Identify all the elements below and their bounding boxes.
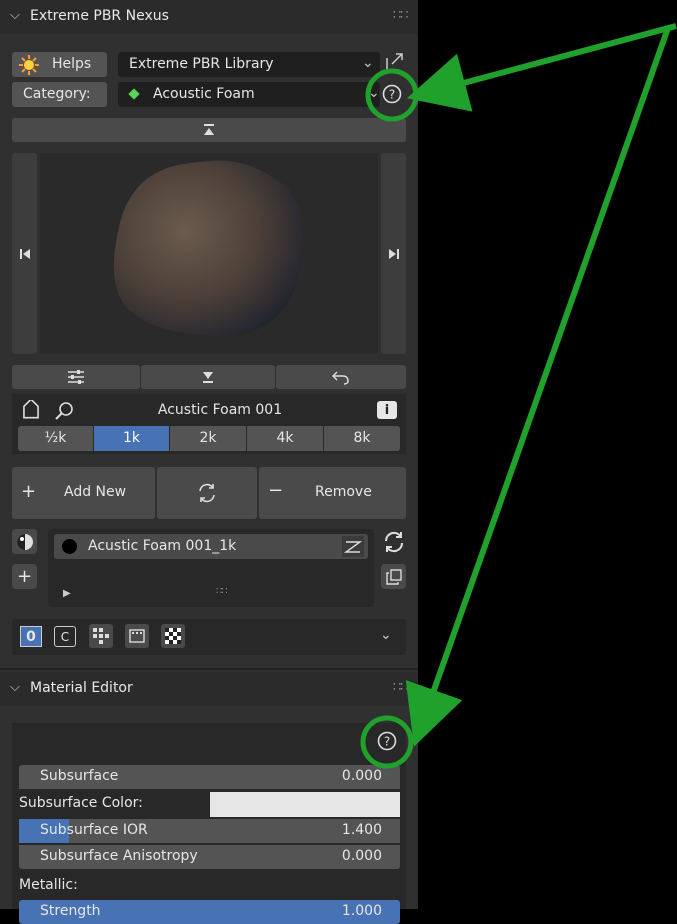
arrow-to-bottom-help <box>405 27 671 747</box>
annotation-overlay <box>360 23 677 769</box>
highlight-circle-bottom <box>360 715 414 769</box>
arrow-to-top-help <box>406 23 677 112</box>
highlight-circle-top <box>365 68 419 122</box>
